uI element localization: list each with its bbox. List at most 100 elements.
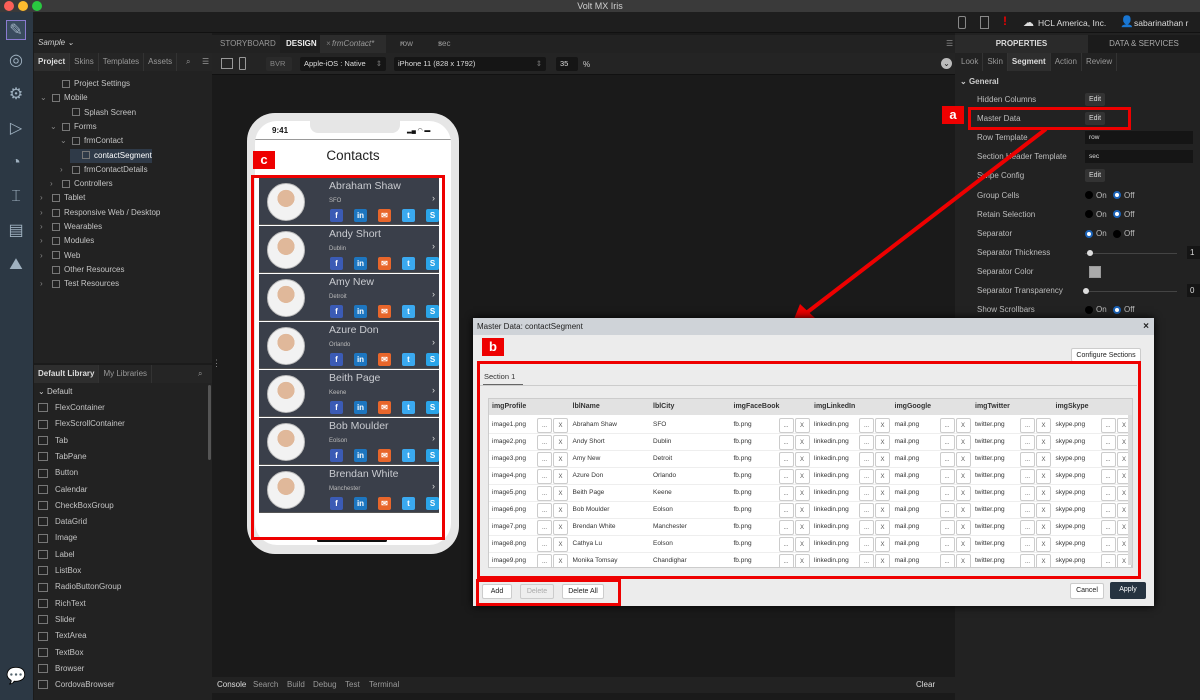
tree-item[interactable]: contactSegment <box>70 148 152 163</box>
radio-on[interactable]: On <box>1085 208 1107 222</box>
project-selector[interactable]: Sample ⌄ <box>38 38 74 47</box>
library-item[interactable]: Calendar <box>38 482 87 498</box>
panel-resize-handle[interactable]: ⋮ <box>212 358 221 369</box>
radio-button-icon[interactable] <box>1113 210 1121 219</box>
library-item[interactable]: TabPane <box>38 449 87 465</box>
tree-item[interactable]: › Responsive Web / Desktop <box>40 206 160 220</box>
library-item[interactable]: TextBox <box>38 645 83 661</box>
tab-debug[interactable]: Debug <box>313 677 337 693</box>
minimize-window-button[interactable] <box>18 1 28 11</box>
configure-sections-button[interactable]: Configure Sections <box>1071 348 1141 362</box>
library-item[interactable]: Tab <box>38 433 68 449</box>
tree-expand-arrow[interactable]: ⌄ <box>40 91 48 105</box>
mountain-icon[interactable]: ⛰ <box>6 255 26 275</box>
tab-storyboard[interactable]: STORYBOARD <box>214 35 282 53</box>
radio-off[interactable]: Off <box>1113 303 1135 317</box>
radio-off[interactable]: Off <box>1113 189 1135 203</box>
rotate-icon[interactable] <box>221 58 233 69</box>
tree-item[interactable]: › Tablet <box>40 191 85 205</box>
clear-console-button[interactable]: Clear <box>916 677 935 693</box>
radio-on[interactable]: On <box>1085 227 1107 241</box>
section-general[interactable]: ⌄ General <box>960 77 999 86</box>
slider-track[interactable] <box>1085 291 1177 292</box>
library-item[interactable]: CheckBoxGroup <box>38 498 114 514</box>
platform-select[interactable]: Apple-iOS : Native ⇕ <box>300 57 386 71</box>
dashboard-gauge-icon[interactable]: ◔ <box>6 153 26 173</box>
radio-on[interactable]: On <box>1085 303 1107 317</box>
tab-data-services[interactable]: DATA & SERVICES <box>1088 35 1200 53</box>
tree-expand-arrow[interactable]: › <box>40 277 48 291</box>
library-item[interactable]: RadioButtonGroup <box>38 579 121 595</box>
tree-expand-arrow[interactable]: › <box>50 177 58 191</box>
tablet-icon[interactable] <box>980 16 989 29</box>
cancel-button[interactable]: Cancel <box>1070 583 1104 599</box>
aperture-icon[interactable]: ◎ <box>6 51 26 71</box>
library-item[interactable]: Slider <box>38 612 75 628</box>
library-item[interactable]: RichText <box>38 596 86 612</box>
tab-project[interactable]: Project <box>34 53 71 71</box>
tree-item[interactable]: › frmContactDetails <box>60 163 148 177</box>
tab-design[interactable]: DESIGN <box>280 35 323 53</box>
radio-on[interactable]: On <box>1085 189 1107 203</box>
tree-item[interactable]: Splash Screen <box>60 106 136 120</box>
collapse-chevron-icon[interactable]: ⌄ <box>941 58 952 69</box>
tree-item[interactable]: ⌄ Forms <box>50 120 97 134</box>
tab-skins[interactable]: Skins <box>70 53 99 71</box>
search-icon[interactable]: ⌕ <box>182 53 194 71</box>
radio-button-icon[interactable] <box>1085 191 1093 200</box>
radio-off[interactable]: Off <box>1113 208 1135 222</box>
library-item[interactable]: Image <box>38 530 77 546</box>
tab-default-library[interactable]: Default Library <box>34 365 100 383</box>
library-item[interactable]: Browser <box>38 661 84 677</box>
library-item[interactable]: Button <box>38 465 78 481</box>
property-select[interactable]: sec <box>1085 150 1193 164</box>
color-swatch[interactable] <box>1089 265 1101 278</box>
tab-action[interactable]: Action <box>1051 53 1082 71</box>
tree-item[interactable]: Other Resources <box>40 263 124 277</box>
tab-row[interactable]: row × <box>388 35 413 53</box>
slider-track[interactable] <box>1085 252 1177 254</box>
zoom-input[interactable]: 35 <box>556 57 578 71</box>
library-item[interactable]: TextArea <box>38 628 87 644</box>
chat-icon[interactable]: 💬 <box>6 667 26 687</box>
dialog-close-icon[interactable]: × <box>1143 318 1149 335</box>
tab-segment[interactable]: Segment <box>1007 53 1051 71</box>
library-item[interactable]: CordovaBrowser <box>38 677 115 693</box>
tree-item[interactable]: › Test Resources <box>40 277 119 291</box>
tab-assets[interactable]: Assets <box>144 53 178 71</box>
tab-build[interactable]: Build <box>287 677 305 693</box>
maximize-window-button[interactable] <box>32 1 42 11</box>
slider-value-input[interactable]: 0 <box>1187 284 1200 297</box>
library-item[interactable]: Label <box>38 547 75 563</box>
close-window-button[interactable] <box>4 1 14 11</box>
tab-look[interactable]: Look <box>957 53 984 71</box>
tab-search[interactable]: Search <box>253 677 278 693</box>
tree-expand-arrow[interactable]: ⌄ <box>60 134 68 148</box>
layout-icon[interactable]: ⌶ <box>6 187 26 207</box>
tree-item[interactable]: › Web <box>40 249 80 263</box>
tree-item[interactable]: Project Settings <box>50 77 130 91</box>
tree-expand-arrow[interactable]: ⌄ <box>50 120 58 134</box>
tree-item[interactable]: › Wearables <box>40 220 102 234</box>
tree-item[interactable]: › Controllers <box>50 177 113 191</box>
tab-frmcontact[interactable]: frmContact* × <box>320 35 386 53</box>
library-scrollbar[interactable] <box>208 385 211 460</box>
library-item[interactable]: DataGrid <box>38 514 87 530</box>
tab-review[interactable]: Review <box>1082 53 1118 71</box>
radio-off[interactable]: Off <box>1113 227 1135 241</box>
tree-expand-arrow[interactable]: › <box>40 220 48 234</box>
slider-value-input[interactable]: 1 <box>1187 245 1200 259</box>
tree-expand-arrow[interactable]: › <box>40 234 48 248</box>
library-item[interactable]: FlexScrollContainer <box>38 416 125 432</box>
slider-thumb[interactable] <box>1083 288 1089 294</box>
error-icon[interactable]: ! <box>1003 14 1007 28</box>
edit-button[interactable]: Edit <box>1085 169 1106 183</box>
tab-console[interactable]: Console <box>217 677 246 693</box>
tree-expand-arrow[interactable]: › <box>40 191 48 205</box>
radio-button-icon[interactable] <box>1113 229 1121 238</box>
library-item[interactable]: ListBox <box>38 563 81 579</box>
tab-terminal[interactable]: Terminal <box>369 677 399 693</box>
play-icon[interactable]: ▷ <box>6 119 26 139</box>
radio-button-icon[interactable] <box>1085 305 1093 314</box>
tab-my-libraries[interactable]: My Libraries <box>99 365 153 383</box>
